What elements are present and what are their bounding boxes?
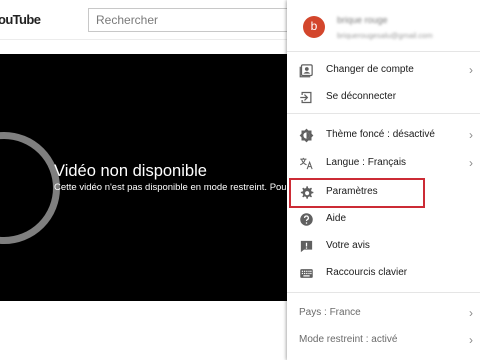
chevron-right-icon: ›: [469, 63, 473, 77]
account-header: b brique rouge briquerougesalu@gmail.com: [287, 0, 480, 52]
menu-item-label: Changer de compte: [326, 64, 414, 75]
menu-item-sign-out[interactable]: Se déconnecter: [287, 84, 480, 111]
language-icon: [300, 157, 313, 170]
menu-item-language[interactable]: Langue : Français ›: [287, 150, 480, 177]
menu-item-label: Pays : France: [299, 307, 361, 318]
avatar[interactable]: b: [303, 16, 325, 38]
menu-item-label: Aide: [326, 213, 347, 224]
sign-out-icon: [300, 91, 312, 104]
search-box[interactable]: [88, 8, 318, 32]
help-icon: [300, 213, 313, 226]
chevron-right-icon: ›: [469, 156, 473, 170]
menu-item-country[interactable]: Pays : France ›: [287, 300, 480, 327]
menu-item-label: Raccourcis clavier: [326, 267, 408, 278]
menu-item-label: Thème foncé : désactivé: [326, 129, 435, 140]
youtube-logo[interactable]: ouTube: [0, 12, 41, 27]
account-box-icon: [299, 64, 313, 78]
divider: [287, 292, 480, 293]
unavailable-message: Cette vidéo n'est pas disponible en mode…: [54, 182, 287, 193]
keyboard-icon: [300, 269, 313, 278]
settings-highlight-box: [289, 178, 425, 208]
feedback-icon: [300, 240, 313, 253]
dark-theme-icon: [299, 128, 314, 143]
account-email: briquerougesalu@gmail.com: [337, 31, 433, 40]
search-input[interactable]: [89, 9, 317, 31]
menu-item-restricted-mode[interactable]: Mode restreint : activé ›: [287, 327, 480, 354]
account-name: brique rouge: [337, 15, 388, 25]
unavailable-title: Vidéo non disponible: [54, 162, 207, 180]
chevron-right-icon: ›: [469, 128, 473, 142]
unavailable-icon: [0, 132, 60, 244]
menu-item-keyboard-shortcuts[interactable]: Raccourcis clavier: [287, 260, 480, 287]
menu-item-label: Se déconnecter: [326, 91, 397, 102]
menu-item-label: Mode restreint : activé: [299, 334, 398, 345]
menu-item-dark-theme[interactable]: Thème foncé : désactivé ›: [287, 122, 480, 149]
menu-item-label: Langue : Français: [326, 157, 407, 168]
divider: [287, 113, 480, 114]
menu-item-help[interactable]: Aide: [287, 206, 480, 233]
menu-item-label: Votre avis: [326, 240, 370, 251]
chevron-right-icon: ›: [469, 306, 473, 320]
menu-item-feedback[interactable]: Votre avis: [287, 233, 480, 260]
video-player[interactable]: Vidéo non disponible Cette vidéo n'est p…: [0, 54, 300, 301]
chevron-right-icon: ›: [469, 333, 473, 347]
menu-item-switch-account[interactable]: Changer de compte ›: [287, 57, 480, 84]
